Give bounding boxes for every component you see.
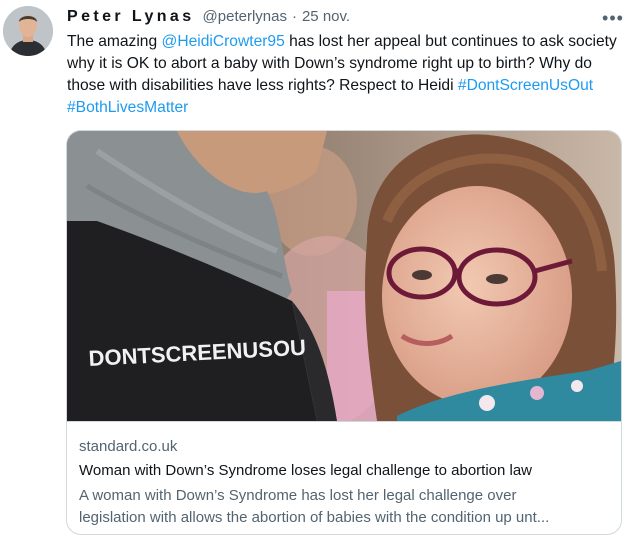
avatar[interactable] <box>3 6 53 56</box>
link-preview-card[interactable]: DONTSCREENUSOU standard.co.uk Woman with… <box>66 130 622 535</box>
card-description-line: A woman with Down’s Syndrome has lost he… <box>79 487 517 504</box>
card-description-line: legislation with allows the abortion of … <box>79 509 550 526</box>
tweet-text: The amazing @HeidiCrowter95 has lost her… <box>67 31 633 119</box>
tweet-text-part: The amazing <box>67 33 162 50</box>
card-image: DONTSCREENUSOU <box>67 131 621 421</box>
author-handle[interactable]: @peterlynas <box>203 8 287 25</box>
card-footer: standard.co.uk Woman with Down’s Syndrom… <box>67 421 621 534</box>
tweet-header: Peter Lynas @peterlynas · 25 nov. ••• <box>67 8 629 30</box>
mention-link[interactable]: @HeidiCrowter95 <box>161 33 284 50</box>
author-name[interactable]: Peter Lynas <box>67 8 195 26</box>
hashtag-link[interactable]: #DontScreenUsOut <box>458 77 593 94</box>
card-title: Woman with Down’s Syndrome loses legal c… <box>79 462 533 479</box>
more-horizontal-icon[interactable]: ••• <box>599 8 627 28</box>
separator-dot: · <box>291 8 297 25</box>
card-domain: standard.co.uk <box>79 438 178 455</box>
avatar-photo <box>3 6 53 56</box>
timestamp[interactable]: 25 nov. <box>302 8 350 25</box>
card-description: A woman with Down’s Syndrome has lost he… <box>79 485 615 529</box>
hashtag-link[interactable]: #BothLivesMatter <box>67 99 188 116</box>
